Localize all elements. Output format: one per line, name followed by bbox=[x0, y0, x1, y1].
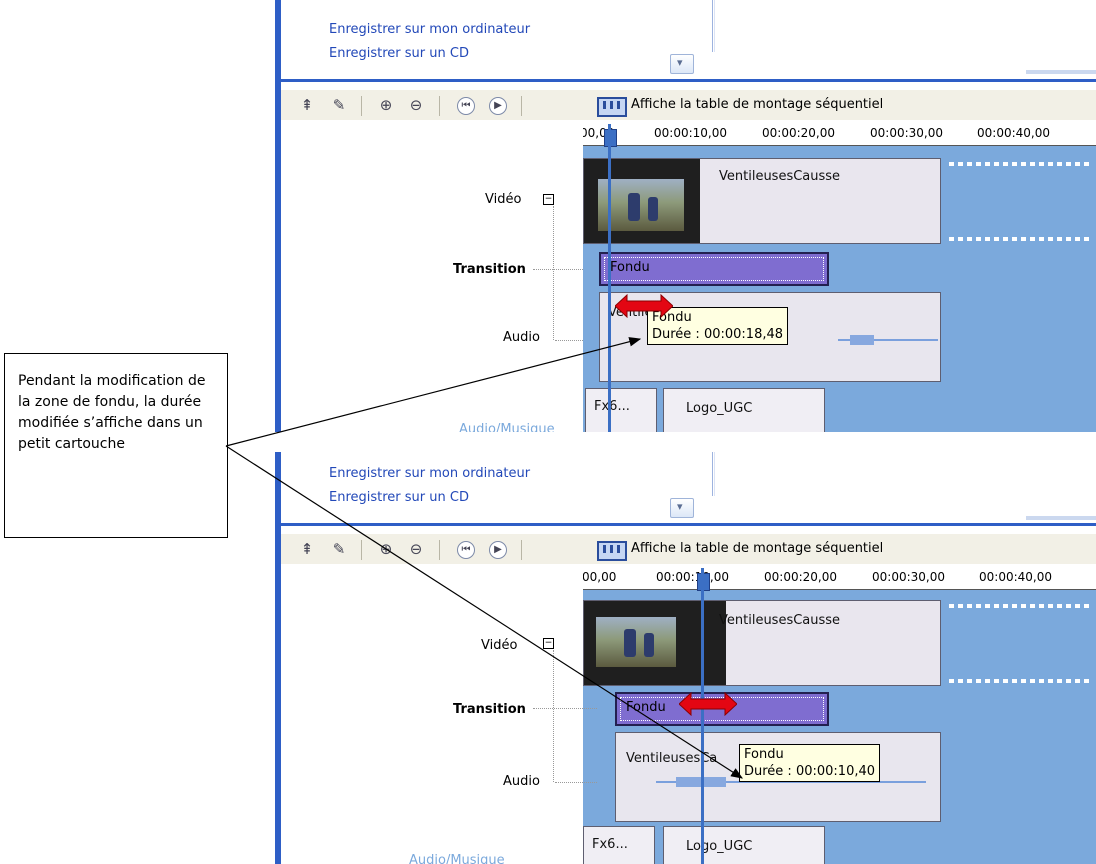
pointer-line-bottom bbox=[225, 445, 744, 779]
pointer-line-top bbox=[225, 337, 642, 447]
callout-pointer-lines bbox=[225, 337, 744, 779]
